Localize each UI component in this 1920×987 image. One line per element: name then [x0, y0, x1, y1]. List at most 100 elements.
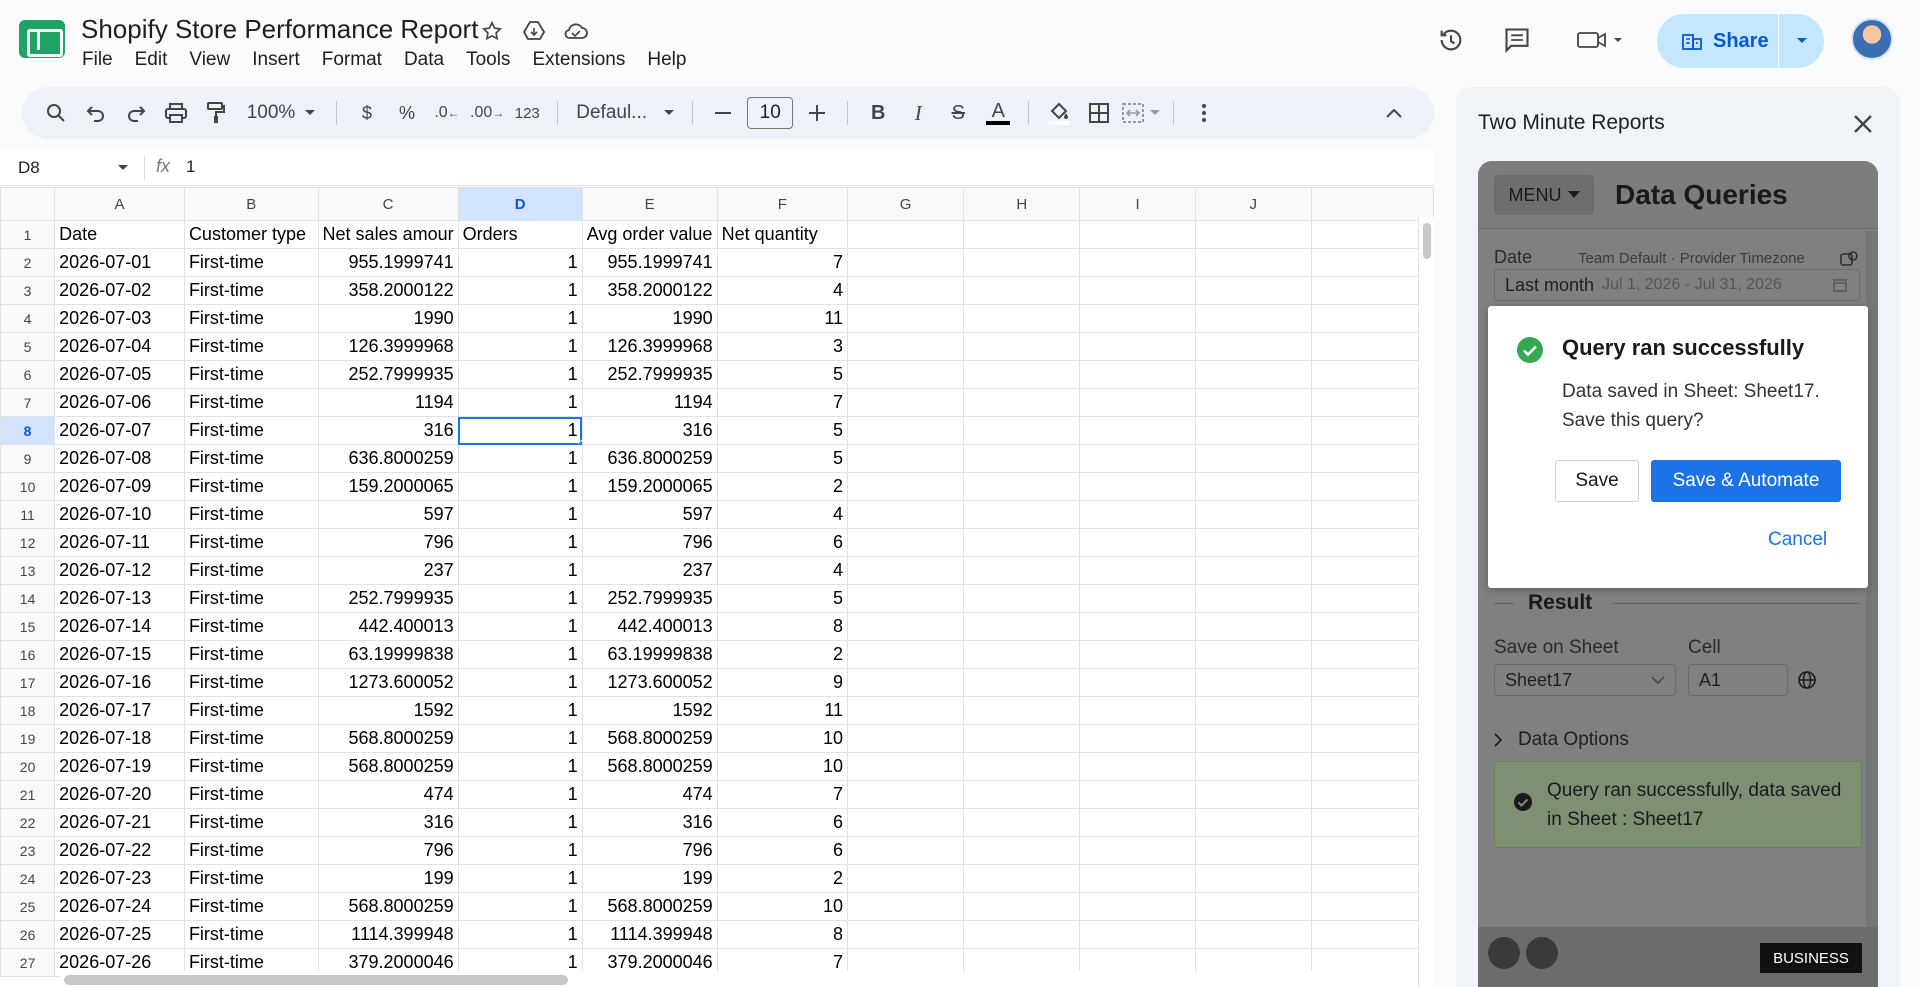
menu-button[interactable]: MENU	[1494, 175, 1594, 215]
cell[interactable]: 316	[581, 808, 718, 837]
cell[interactable]	[1194, 836, 1312, 865]
cell[interactable]: 126.3999968	[581, 332, 718, 361]
cell[interactable]	[1079, 668, 1196, 697]
cell[interactable]: 568.8000259	[317, 892, 459, 921]
cell[interactable]: 2026-07-05	[54, 360, 185, 389]
cell[interactable]	[1079, 472, 1196, 501]
date-range-select[interactable]: Last month Jul 1, 2026 - Jul 31, 2026	[1494, 269, 1860, 301]
cell[interactable]	[1310, 808, 1434, 837]
cell[interactable]	[1194, 444, 1312, 473]
row-header[interactable]: 20	[0, 752, 56, 781]
cell[interactable]: 126.3999968	[317, 332, 459, 361]
share-dropdown-icon[interactable]	[1779, 14, 1824, 68]
cell[interactable]	[1310, 780, 1434, 809]
cell[interactable]	[1194, 556, 1312, 585]
cell[interactable]	[963, 640, 1081, 669]
cell[interactable]: First-time	[183, 612, 319, 641]
cell[interactable]	[1194, 388, 1312, 417]
cell[interactable]	[963, 248, 1081, 277]
cell[interactable]: Orders	[457, 220, 583, 249]
star-icon[interactable]	[478, 17, 506, 45]
cell[interactable]: 2026-07-18	[54, 724, 185, 753]
cell[interactable]: 5	[716, 584, 849, 613]
cell[interactable]: 4	[716, 500, 849, 529]
cell[interactable]	[1079, 892, 1196, 921]
cell[interactable]	[963, 584, 1081, 613]
cell[interactable]: 11	[716, 696, 849, 725]
cell[interactable]: First-time	[183, 640, 319, 669]
cell[interactable]: 10	[716, 724, 849, 753]
cell[interactable]	[963, 724, 1081, 753]
cell[interactable]: 1	[457, 892, 583, 921]
column-header[interactable]: D	[457, 187, 583, 221]
cell[interactable]	[1079, 556, 1196, 585]
menu-data[interactable]: Data	[393, 49, 455, 71]
cell[interactable]	[963, 500, 1081, 529]
avatar[interactable]	[1851, 18, 1893, 60]
currency-format-button[interactable]: $	[347, 95, 387, 131]
cell[interactable]	[847, 276, 965, 305]
cell[interactable]	[1310, 444, 1434, 473]
cell[interactable]	[963, 332, 1081, 361]
cell[interactable]	[1079, 696, 1196, 725]
cell[interactable]: 6	[716, 528, 849, 557]
cell[interactable]	[1194, 920, 1312, 949]
cell[interactable]: First-time	[183, 304, 319, 333]
cell[interactable]: 1	[457, 444, 583, 473]
cell[interactable]	[847, 724, 965, 753]
row-header[interactable]: 12	[0, 528, 56, 557]
cell[interactable]: 1	[457, 556, 583, 585]
cell[interactable]	[1310, 836, 1434, 865]
column-header[interactable]: H	[963, 187, 1081, 221]
cell[interactable]: 1	[457, 248, 583, 277]
cell[interactable]	[847, 500, 965, 529]
cell[interactable]: 1	[457, 472, 583, 501]
collapse-toolbar-icon[interactable]	[1374, 95, 1414, 131]
cell[interactable]: First-time	[183, 416, 319, 445]
close-icon[interactable]	[1847, 108, 1879, 140]
cell[interactable]: 1273.600052	[581, 668, 718, 697]
cell[interactable]: First-time	[183, 696, 319, 725]
cell[interactable]: 2026-07-01	[54, 248, 185, 277]
cell[interactable]: Customer type	[183, 220, 319, 249]
globe-icon[interactable]	[1796, 669, 1818, 691]
borders-icon[interactable]	[1079, 95, 1119, 131]
cell[interactable]	[1310, 864, 1434, 893]
cell[interactable]: 316	[317, 416, 459, 445]
cell[interactable]: 2026-07-22	[54, 836, 185, 865]
row-header[interactable]: 27	[0, 948, 56, 977]
cell[interactable]	[963, 668, 1081, 697]
cell[interactable]: 796	[317, 528, 459, 557]
cell[interactable]: 2026-07-25	[54, 920, 185, 949]
data-options-toggle[interactable]: Data Options	[1494, 729, 1629, 751]
cell[interactable]: 7	[716, 388, 849, 417]
cell[interactable]: 1194	[317, 388, 459, 417]
cell[interactable]: 2026-07-14	[54, 612, 185, 641]
cell[interactable]	[1194, 640, 1312, 669]
vertical-scrollbar[interactable]	[1418, 217, 1434, 987]
cell[interactable]	[1194, 584, 1312, 613]
horizontal-scrollbar[interactable]	[60, 971, 1418, 987]
cell[interactable]: 1114.399948	[581, 920, 718, 949]
cell[interactable]	[1194, 668, 1312, 697]
cell[interactable]: 2026-07-23	[54, 864, 185, 893]
cell[interactable]	[1194, 500, 1312, 529]
row-header[interactable]: 2	[0, 248, 56, 277]
column-header[interactable]: J	[1194, 187, 1312, 221]
cell[interactable]: 2026-07-19	[54, 752, 185, 781]
column-header[interactable]: I	[1079, 187, 1196, 221]
cell[interactable]	[847, 696, 965, 725]
cell[interactable]	[1079, 248, 1196, 277]
cell[interactable]	[847, 612, 965, 641]
row-header[interactable]: 21	[0, 780, 56, 809]
cell[interactable]: 316	[317, 808, 459, 837]
cell[interactable]	[1079, 304, 1196, 333]
cell[interactable]	[963, 388, 1081, 417]
text-color-button[interactable]: A	[978, 95, 1018, 131]
cell[interactable]	[1194, 808, 1312, 837]
row-header[interactable]: 22	[0, 808, 56, 837]
cell[interactable]: 1592	[581, 696, 718, 725]
cell[interactable]: 10	[716, 752, 849, 781]
decrease-decimal-button[interactable]: .0 ←	[427, 95, 467, 131]
cell[interactable]: 796	[581, 836, 718, 865]
